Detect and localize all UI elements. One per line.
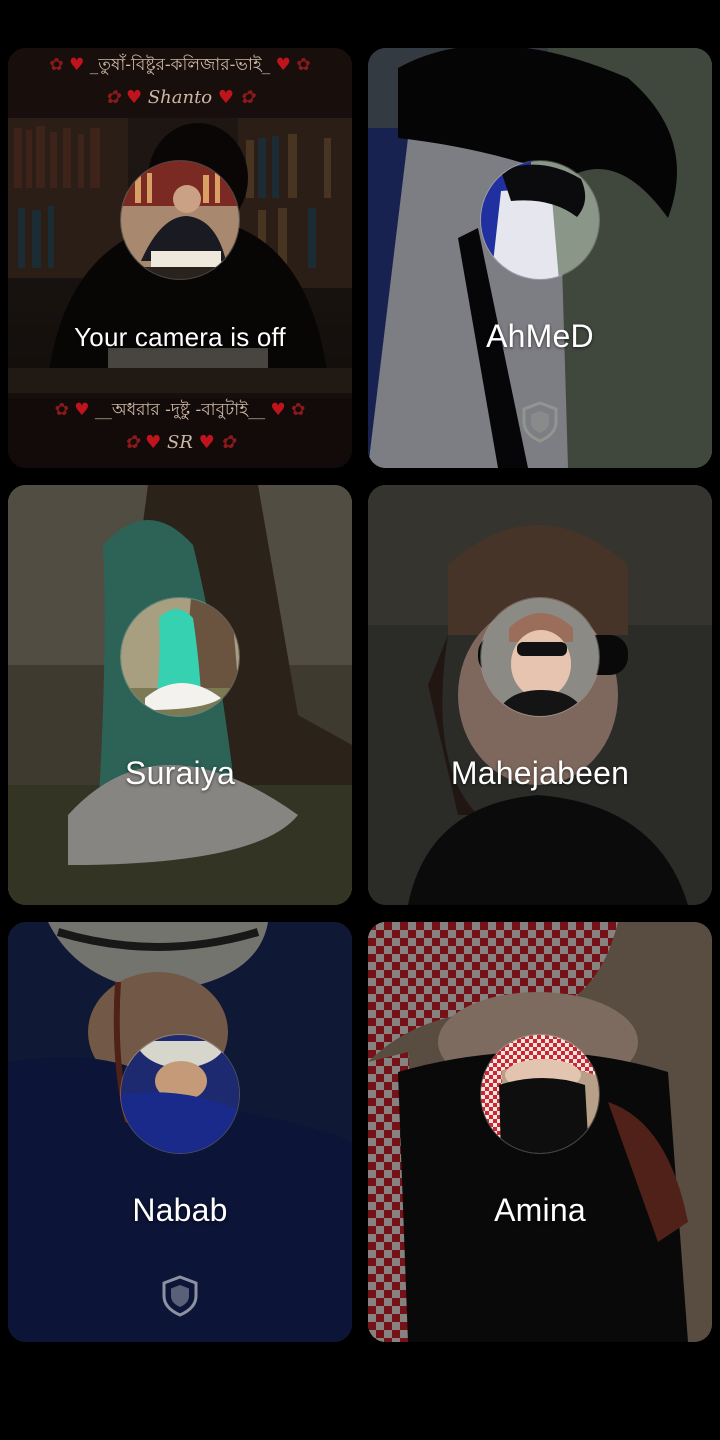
shield-icon [162,1275,198,1317]
participant-tile[interactable]: Mahejabeen [368,485,712,905]
participant-name: Nabab [132,1192,228,1228]
participant-tile[interactable]: Amina [368,922,712,1342]
participant-avatar [480,597,600,717]
participant-name: AhMeD [486,318,594,354]
participant-tile-self[interactable]: ✿ ♥ _তুষাঁ-বিষ্টুর-কলিজার-ভাই_ ♥ ✿ ✿ ♥ S… [8,48,352,468]
banner-top-sub: ✿ ♥ Shanto ♥ ✿ [105,87,255,108]
participant-name: Amina [494,1192,586,1228]
participant-avatar [120,597,240,717]
participant-name: Mahejabeen [450,755,630,791]
participant-avatar [480,1034,600,1154]
banner-bottom-line: ✿ ♥ __অধরার -দুষ্টু -বাবুটাই__ ♥ ✿ [54,400,306,420]
participant-name: Suraiya [125,755,235,791]
participant-tile[interactable]: Suraiya [8,485,352,905]
profile-banner-top: ✿ ♥ _তুষাঁ-বিষ্টুর-কলিজার-ভাই_ ♥ ✿ ✿ ♥ S… [8,48,352,118]
banner-top-line: ✿ ♥ _তুষাঁ-বিষ্টুর-কলিজার-ভাই_ ♥ ✿ [49,55,311,75]
participant-avatar [120,1034,240,1154]
participant-tile[interactable]: Nabab [8,922,352,1342]
profile-banner-bottom: ✿ ♥ __অধরার -দুষ্টু -বাবুটাই__ ♥ ✿ ✿ ♥ S… [8,393,352,468]
participant-name: Your camera is off [74,322,286,352]
participant-avatar [120,160,240,280]
participant-grid: ✿ ♥ _তুষাঁ-বিষ্টুর-কলিজার-ভাই_ ♥ ✿ ✿ ♥ S… [0,0,720,1440]
banner-bottom-sub: ✿ ♥ SR ♥ ✿ [124,432,236,453]
shield-icon [522,401,558,443]
participant-tile[interactable]: AhMeD [368,48,712,468]
participant-avatar [480,160,600,280]
